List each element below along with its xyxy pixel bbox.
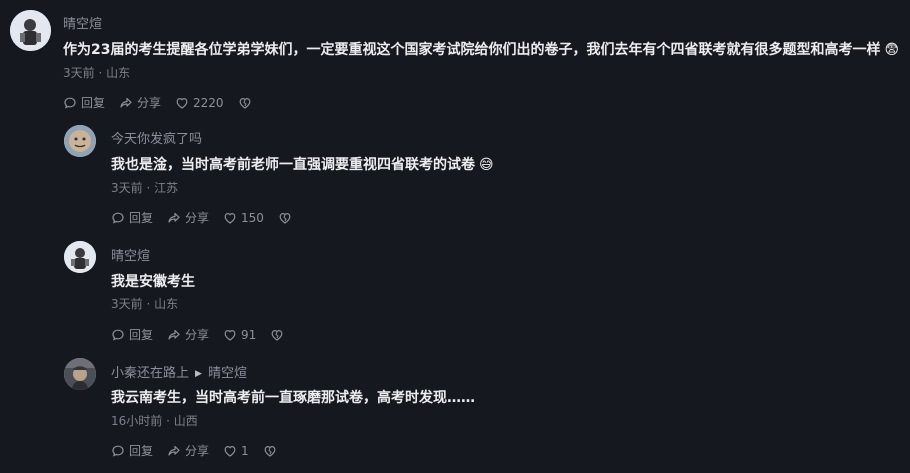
- share-button[interactable]: 分享: [119, 96, 161, 110]
- avatar[interactable]: [64, 358, 96, 390]
- emoji: 😨: [884, 42, 900, 58]
- broken-heart-icon: [239, 97, 250, 109]
- like-button[interactable]: 91: [223, 328, 256, 342]
- share-label: 分享: [137, 96, 162, 110]
- dislike-button[interactable]: [238, 96, 252, 110]
- like-count: 150: [241, 211, 264, 225]
- share-icon: [120, 97, 132, 108]
- avatar[interactable]: [10, 10, 51, 51]
- comment-text: 我是安徽考生: [111, 274, 195, 290]
- comment-meta: 3天前 · 山东: [63, 66, 131, 80]
- avatar-image: [64, 125, 96, 157]
- author-link[interactable]: 小秦还在路上: [111, 366, 189, 381]
- comment-icon: [112, 445, 124, 457]
- share-label: 分享: [185, 211, 210, 225]
- avatar-image: [64, 241, 96, 273]
- comment-meta: 3天前 · 江苏: [111, 181, 179, 195]
- comment-actions: 回复 分享 1: [111, 444, 277, 458]
- reply-label: 回复: [81, 96, 106, 110]
- dislike-button[interactable]: [270, 328, 284, 342]
- like-button[interactable]: 1: [223, 444, 249, 458]
- like-count: 1: [241, 444, 249, 458]
- like-count: 2220: [193, 96, 224, 110]
- dislike-button[interactable]: [278, 211, 292, 225]
- share-label: 分享: [185, 328, 210, 342]
- reply-button[interactable]: 回复: [63, 96, 105, 110]
- avatar[interactable]: [64, 125, 96, 157]
- reply-to-name[interactable]: 晴空煊: [208, 366, 247, 381]
- reply-button[interactable]: 回复: [111, 211, 153, 225]
- author-name[interactable]: 晴空煊: [63, 17, 102, 33]
- share-icon: [168, 329, 180, 340]
- comment-text: 作为23届的考生提醒各位学弟学妹们，一定要重视这个国家考试院给你们出的卷子，我们…: [63, 41, 899, 59]
- heart-icon: [224, 329, 236, 341]
- comment-text: 我也是淦，当时高考前老师一直强调要重视四省联考的试卷 😅: [111, 156, 494, 174]
- avatar-image: [10, 10, 51, 51]
- author-name[interactable]: 晴空煊: [111, 249, 150, 265]
- reply-label: 回复: [129, 328, 154, 342]
- dislike-button[interactable]: [263, 444, 277, 458]
- avatar-image: [64, 358, 96, 390]
- comment-actions: 回复 分享 150: [111, 211, 292, 225]
- author-name[interactable]: 今天你发疯了吗: [111, 132, 202, 148]
- avatar[interactable]: [64, 241, 96, 273]
- comment-meta: 3天前 · 山东: [111, 297, 179, 311]
- comment-icon: [64, 97, 76, 109]
- emoji: 😅: [479, 157, 494, 173]
- comment-meta: 16小时前 · 山西: [111, 414, 198, 428]
- comment-icon: [112, 329, 124, 341]
- author-name: 小秦还在路上 ▶ 晴空煊: [111, 366, 247, 382]
- comment-actions: 回复 分享 2220: [63, 96, 252, 110]
- comment-body: 作为23届的考生提醒各位学弟学妹们，一定要重视这个国家考试院给你们出的卷子，我们…: [63, 42, 881, 58]
- reply-label: 回复: [129, 211, 154, 225]
- heart-icon: [224, 445, 236, 457]
- like-button[interactable]: 2220: [175, 96, 224, 110]
- comment-text: 我云南考生，当时高考前一直琢磨那试卷，高考时发现……: [111, 390, 475, 406]
- broken-heart-icon: [264, 445, 276, 457]
- like-count: 91: [241, 328, 257, 342]
- play-arrow-icon: ▶: [195, 369, 202, 379]
- like-button[interactable]: 150: [223, 211, 264, 225]
- heart-icon: [224, 212, 236, 224]
- share-button[interactable]: 分享: [167, 211, 209, 225]
- heart-icon: [176, 97, 188, 109]
- share-button[interactable]: 分享: [167, 444, 209, 458]
- comment-body: 我也是淦，当时高考前老师一直强调要重视四省联考的试卷: [111, 157, 475, 173]
- share-label: 分享: [185, 444, 210, 458]
- share-icon: [168, 212, 180, 223]
- broken-heart-icon: [279, 212, 291, 224]
- reply-button[interactable]: 回复: [111, 328, 153, 342]
- broken-heart-icon: [271, 329, 283, 341]
- comment-actions: 回复 分享 91: [111, 328, 284, 342]
- share-icon: [168, 445, 180, 456]
- share-button[interactable]: 分享: [167, 328, 209, 342]
- comment-icon: [112, 212, 124, 224]
- reply-label: 回复: [129, 444, 154, 458]
- reply-button[interactable]: 回复: [111, 444, 153, 458]
